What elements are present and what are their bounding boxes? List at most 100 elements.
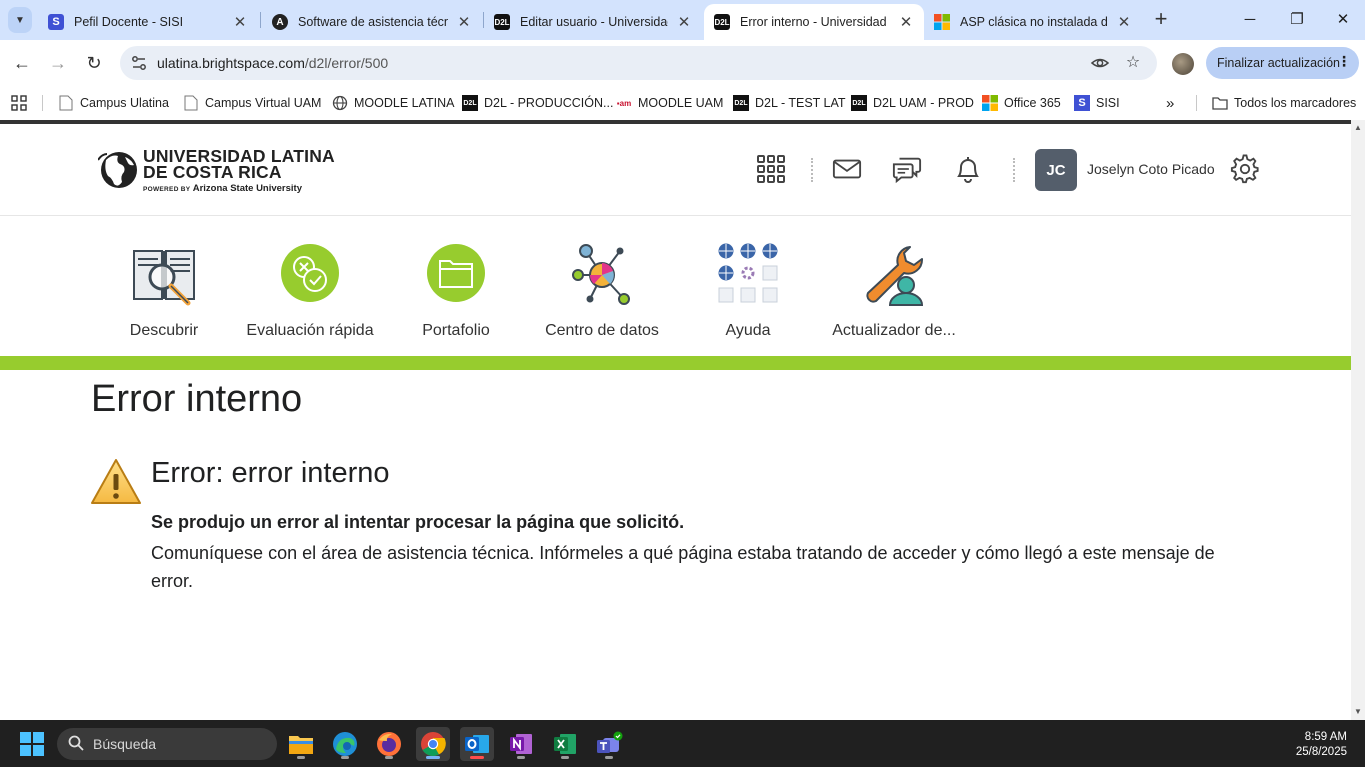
bookmarks-overflow-icon[interactable]: »	[1166, 93, 1174, 113]
tab-separator	[260, 12, 261, 28]
bookmark-campus-virtual-uam[interactable]: Campus Virtual UAM	[183, 93, 321, 113]
bookmark-sisi[interactable]: S SISI	[1074, 93, 1120, 113]
all-bookmarks-folder[interactable]: Todos los marcadores	[1212, 93, 1356, 113]
bookmark-moodle-uam[interactable]: ▪am MOODLE UAM	[616, 93, 724, 113]
profile-avatar[interactable]	[1172, 53, 1194, 75]
university-logo[interactable]: UNIVERSIDAD LATINA DE COSTA RICA POWERED…	[98, 146, 338, 196]
scroll-down-icon[interactable]: ▼	[1354, 707, 1362, 716]
book-magnifier-icon	[133, 250, 195, 306]
bookmark-d2l-test-lat[interactable]: D2L D2L - TEST LAT	[733, 93, 846, 113]
bookmark-d2l-produccion[interactable]: D2L D2L - PRODUCCIÓN...	[462, 93, 613, 113]
nav-item-centro-de-datos[interactable]: Centro de datos	[527, 243, 677, 343]
bell-icon[interactable]	[953, 154, 983, 184]
uam-icon: ▪am	[616, 98, 632, 108]
star-icon[interactable]: ☆	[1123, 53, 1143, 73]
chat-icon[interactable]	[892, 154, 922, 184]
error-details: Comuníquese con el área de asistencia té…	[151, 543, 1215, 591]
firefox-icon[interactable]	[372, 727, 406, 761]
error-heading: Error: error interno	[151, 457, 390, 489]
system-clock[interactable]: 8:59 AM 25/8/2025	[1296, 730, 1347, 760]
page-icon	[183, 95, 199, 111]
reload-icon[interactable]: ↻	[82, 51, 106, 75]
tab-1[interactable]: S Pefil Docente - SISI ✕	[38, 4, 258, 40]
close-icon[interactable]: ✕	[232, 13, 248, 31]
close-icon[interactable]: ✕	[676, 13, 692, 31]
globe-icon	[332, 95, 348, 111]
scroll-up-icon[interactable]: ▲	[1354, 123, 1362, 132]
nav-item-evaluacion-rapida[interactable]: Evaluación rápida	[235, 243, 385, 343]
accent-bar	[0, 356, 1351, 370]
d2l-icon: D2L	[462, 95, 478, 111]
bookmark-separator	[42, 95, 43, 111]
microsoft-icon	[934, 14, 950, 30]
page-scrollbar[interactable]: ▲ ▼	[1351, 120, 1365, 720]
bookmark-separator	[1196, 95, 1197, 111]
outlook-icon[interactable]	[460, 727, 494, 761]
assist-icon: A	[272, 14, 288, 30]
header-divider	[811, 158, 813, 182]
bookmarks-bar: Campus Ulatina Campus Virtual UAM MOODLE…	[0, 86, 1365, 120]
site-settings-icon[interactable]	[130, 54, 148, 72]
windows-start-icon[interactable]	[20, 732, 44, 756]
chrome-icon[interactable]	[416, 727, 450, 761]
nav-item-portafolio[interactable]: Portafolio	[381, 243, 531, 343]
menu-dots-icon[interactable]: ⋮	[1337, 53, 1351, 70]
finish-update-button[interactable]: Finalizar actualización ⋮	[1206, 47, 1359, 79]
globe-logo-icon	[98, 152, 137, 188]
bookmark-moodle-latina[interactable]: MOODLE LATINA	[332, 93, 454, 113]
nav-item-ayuda[interactable]: Ayuda	[673, 243, 823, 343]
taskbar-search[interactable]: Búsqueda	[57, 728, 277, 760]
help-grid-icon	[718, 243, 778, 303]
restore-icon[interactable]: ❐	[1287, 10, 1307, 30]
onenote-icon[interactable]	[504, 727, 538, 761]
nav-item-descubrir[interactable]: Descubrir	[89, 243, 239, 343]
address-bar[interactable]: ulatina.brightspace.com/d2l/error/500 ☆	[120, 46, 1157, 80]
d2l-icon: D2L	[851, 95, 867, 111]
quick-eval-icon	[281, 244, 339, 302]
back-icon[interactable]: ←	[10, 51, 34, 75]
user-avatar[interactable]: JC	[1035, 149, 1077, 191]
mail-icon[interactable]	[832, 154, 862, 184]
tab-5[interactable]: ASP clásica no instalada de f ✕	[924, 4, 1142, 40]
bookmark-d2l-uam-prod[interactable]: D2L D2L UAM - PROD	[851, 93, 974, 113]
tab-search-button[interactable]: ▼	[8, 7, 32, 33]
page-icon	[58, 95, 74, 111]
close-window-icon[interactable]: ✕	[1333, 10, 1353, 30]
windows-taskbar: Búsqueda 8:59 AM 25/8/2025	[0, 720, 1365, 767]
close-icon[interactable]: ✕	[456, 13, 472, 31]
chevron-down-icon: ▼	[15, 14, 25, 26]
eye-icon[interactable]	[1090, 53, 1110, 73]
file-explorer-icon[interactable]	[284, 727, 318, 761]
user-name[interactable]: Joselyn Coto Picado	[1087, 161, 1215, 177]
minimize-icon[interactable]: ─	[1240, 10, 1260, 30]
microsoft-icon	[982, 95, 998, 111]
excel-icon[interactable]	[548, 727, 582, 761]
search-icon	[68, 735, 84, 751]
browser-toolbar: ← → ↻ ulatina.brightspace.com/d2l/error/…	[0, 40, 1365, 86]
bookmark-office-365[interactable]: Office 365	[982, 93, 1061, 113]
forward-icon[interactable]: →	[46, 51, 70, 75]
url-text: ulatina.brightspace.com/d2l/error/500	[157, 55, 389, 71]
nav-item-actualizador[interactable]: Actualizador de...	[819, 243, 969, 343]
gear-icon[interactable]	[1230, 154, 1260, 184]
bookmark-campus-ulatina[interactable]: Campus Ulatina	[58, 93, 169, 113]
tab-2[interactable]: A Software de asistencia técnica ✕	[262, 4, 482, 40]
waffle-grid-icon[interactable]	[756, 154, 786, 184]
new-tab-button[interactable]: +	[1150, 8, 1172, 32]
tab-strip: ▼ S Pefil Docente - SISI ✕ A Software de…	[0, 0, 1365, 40]
header-divider	[1013, 158, 1015, 182]
close-icon[interactable]: ✕	[898, 13, 914, 31]
d2l-icon: D2L	[733, 95, 749, 111]
edge-icon[interactable]	[328, 727, 362, 761]
d2l-icon: D2L	[494, 14, 510, 30]
tab-3[interactable]: D2L Editar usuario - Universidad ✕	[484, 4, 702, 40]
d2l-icon: D2L	[714, 14, 730, 30]
page-content: UNIVERSIDAD LATINA DE COSTA RICA POWERED…	[0, 124, 1351, 720]
apps-grid-icon[interactable]	[11, 93, 27, 113]
tab-4-active[interactable]: D2L Error interno - Universidad L ✕	[704, 4, 924, 40]
error-summary: Se produjo un error al intentar procesar…	[151, 512, 685, 532]
wrench-user-icon	[866, 246, 924, 306]
site-header: UNIVERSIDAD LATINA DE COSTA RICA POWERED…	[0, 124, 1351, 216]
close-icon[interactable]: ✕	[1116, 13, 1132, 31]
teams-icon[interactable]	[592, 727, 626, 761]
